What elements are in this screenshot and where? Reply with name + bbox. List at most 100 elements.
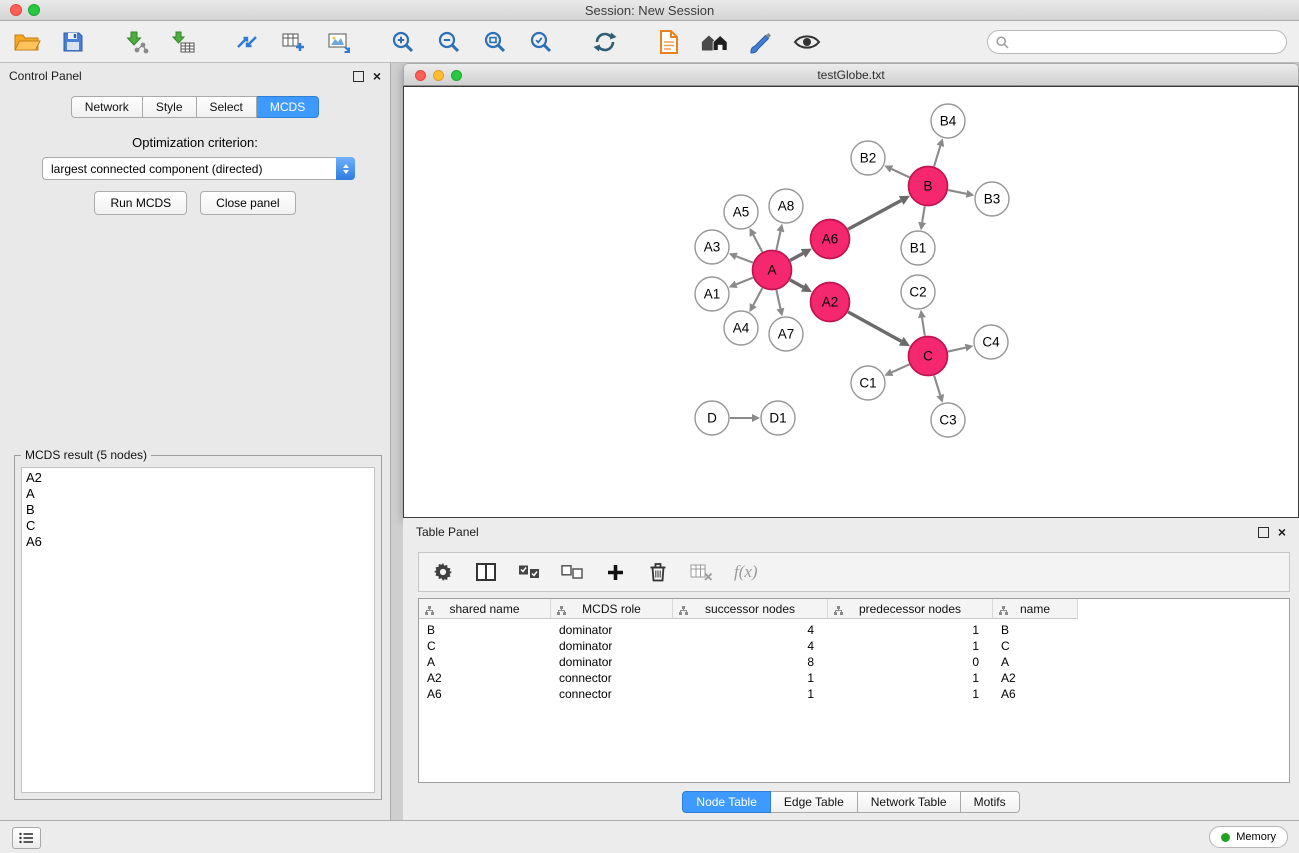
first-neighbors-icon[interactable] bbox=[654, 27, 684, 57]
network-minimize-button[interactable] bbox=[433, 70, 444, 81]
node-A2[interactable]: A2 bbox=[811, 283, 850, 322]
panel-list-icon[interactable] bbox=[12, 827, 41, 849]
node-A5[interactable]: A5 bbox=[724, 195, 758, 229]
float-panel-icon[interactable] bbox=[353, 71, 364, 82]
zoom-out-icon[interactable] bbox=[434, 27, 464, 57]
select-all-icon[interactable] bbox=[518, 560, 540, 584]
node-C1[interactable]: C1 bbox=[851, 366, 885, 400]
node-D[interactable]: D bbox=[695, 401, 729, 435]
delete-column-icon[interactable] bbox=[647, 560, 669, 584]
refresh-view-icon[interactable] bbox=[590, 27, 620, 57]
close-panel-icon[interactable]: × bbox=[373, 69, 381, 83]
column-header-MCDS-role[interactable]: MCDS role bbox=[551, 599, 673, 619]
open-session-icon[interactable] bbox=[12, 27, 42, 57]
edge-B-B2[interactable] bbox=[884, 165, 909, 177]
node-A7[interactable]: A7 bbox=[769, 317, 803, 351]
node-C3[interactable]: C3 bbox=[931, 403, 965, 437]
mcds-result-item[interactable]: C bbox=[26, 518, 370, 534]
edge-D-D1[interactable] bbox=[730, 414, 760, 422]
close-table-panel-icon[interactable]: × bbox=[1278, 525, 1286, 539]
edge-C-C3[interactable] bbox=[934, 376, 944, 403]
table-row[interactable]: Adominator80A bbox=[419, 654, 1289, 670]
edge-A-A6[interactable] bbox=[790, 249, 812, 261]
edge-A-A8[interactable] bbox=[776, 224, 784, 250]
edge-A-A2[interactable] bbox=[790, 280, 812, 292]
column-header-successor-nodes[interactable]: successor nodes bbox=[673, 599, 828, 619]
zoom-in-icon[interactable] bbox=[388, 27, 418, 57]
new-network-icon[interactable] bbox=[232, 27, 262, 57]
tab-mcds[interactable]: MCDS bbox=[257, 96, 319, 118]
node-B[interactable]: B bbox=[909, 167, 948, 206]
add-column-icon[interactable] bbox=[604, 560, 626, 584]
paint-styles-icon[interactable] bbox=[746, 27, 776, 57]
edge-A-A7[interactable] bbox=[776, 290, 784, 316]
import-network-from-file-icon[interactable] bbox=[122, 27, 152, 57]
node-A[interactable]: A bbox=[753, 251, 792, 290]
deselect-all-icon[interactable] bbox=[561, 560, 583, 584]
import-table-from-file-icon[interactable] bbox=[168, 27, 198, 57]
home-view-icon[interactable] bbox=[700, 27, 730, 57]
column-header-name[interactable]: name bbox=[993, 599, 1078, 619]
tab-select[interactable]: Select bbox=[197, 96, 257, 118]
edge-B-B1[interactable] bbox=[918, 206, 926, 230]
edge-A-A5[interactable] bbox=[749, 228, 762, 252]
network-canvas[interactable]: B4B2BB3A5A8A6A3B1AC2A1A2A4A7C4CC1DD1C3 bbox=[403, 86, 1299, 518]
node-B3[interactable]: B3 bbox=[975, 182, 1009, 216]
edge-A2-C[interactable] bbox=[848, 312, 910, 346]
run-mcds-button[interactable]: Run MCDS bbox=[94, 191, 187, 215]
edge-A-A4[interactable] bbox=[749, 288, 762, 312]
fullscreen-window-button[interactable] bbox=[28, 4, 40, 16]
close-panel-button[interactable]: Close panel bbox=[200, 191, 295, 215]
column-header-shared-name[interactable]: shared name bbox=[419, 599, 551, 619]
node-B1[interactable]: B1 bbox=[901, 231, 935, 265]
node-A4[interactable]: A4 bbox=[724, 311, 758, 345]
function-builder-icon[interactable]: f(x) bbox=[734, 560, 758, 584]
column-header-predecessor-nodes[interactable]: predecessor nodes bbox=[828, 599, 993, 619]
node-C2[interactable]: C2 bbox=[901, 275, 935, 309]
memory-button[interactable]: Memory bbox=[1209, 826, 1288, 848]
network-close-button[interactable] bbox=[415, 70, 426, 81]
zoom-selected-icon[interactable] bbox=[526, 27, 556, 57]
table-tab-motifs[interactable]: Motifs bbox=[961, 791, 1020, 813]
table-row[interactable]: Cdominator41C bbox=[419, 638, 1289, 654]
table-row[interactable]: Bdominator41B bbox=[419, 622, 1289, 638]
split-panel-icon[interactable] bbox=[475, 560, 497, 584]
edge-C-C2[interactable] bbox=[918, 310, 926, 336]
show-hide-details-icon[interactable] bbox=[792, 27, 822, 57]
node-B4[interactable]: B4 bbox=[931, 104, 965, 138]
zoom-fit-icon[interactable] bbox=[480, 27, 510, 57]
network-window-titlebar[interactable]: testGlobe.txt bbox=[403, 63, 1299, 86]
search-input[interactable] bbox=[987, 30, 1287, 54]
tab-network[interactable]: Network bbox=[71, 96, 143, 118]
node-A1[interactable]: A1 bbox=[695, 277, 729, 311]
save-session-icon[interactable] bbox=[58, 27, 88, 57]
criterion-dropdown[interactable]: largest connected component (directed) bbox=[42, 157, 355, 180]
node-A3[interactable]: A3 bbox=[695, 230, 729, 264]
edge-C-C1[interactable] bbox=[884, 364, 909, 376]
node-D1[interactable]: D1 bbox=[761, 401, 795, 435]
mcds-result-item[interactable]: A2 bbox=[26, 470, 370, 486]
delete-table-icon[interactable] bbox=[690, 560, 713, 584]
table-tab-edge-table[interactable]: Edge Table bbox=[771, 791, 858, 813]
mcds-result-item[interactable]: A bbox=[26, 486, 370, 502]
table-row[interactable]: A2connector11A2 bbox=[419, 670, 1289, 686]
edge-B-B3[interactable] bbox=[948, 190, 974, 198]
mcds-result-item[interactable]: A6 bbox=[26, 534, 370, 550]
edge-A-A3[interactable] bbox=[729, 253, 753, 263]
new-table-icon[interactable] bbox=[278, 27, 308, 57]
close-window-button[interactable] bbox=[10, 4, 22, 16]
settings-gear-icon[interactable] bbox=[432, 560, 454, 584]
export-image-icon[interactable] bbox=[324, 27, 354, 57]
node-A8[interactable]: A8 bbox=[769, 189, 803, 223]
tab-style[interactable]: Style bbox=[143, 96, 197, 118]
table-tab-network-table[interactable]: Network Table bbox=[858, 791, 961, 813]
table-tab-node-table[interactable]: Node Table bbox=[682, 791, 771, 813]
node-C4[interactable]: C4 bbox=[974, 325, 1008, 359]
node-B2[interactable]: B2 bbox=[851, 141, 885, 175]
node-A6[interactable]: A6 bbox=[811, 220, 850, 259]
mcds-result-list[interactable]: A2ABCA6 bbox=[21, 467, 375, 793]
table-row[interactable]: A6connector11A6 bbox=[419, 686, 1289, 702]
edge-A6-B[interactable] bbox=[848, 196, 910, 229]
float-table-panel-icon[interactable] bbox=[1258, 527, 1269, 538]
edge-A-A1[interactable] bbox=[729, 278, 753, 288]
